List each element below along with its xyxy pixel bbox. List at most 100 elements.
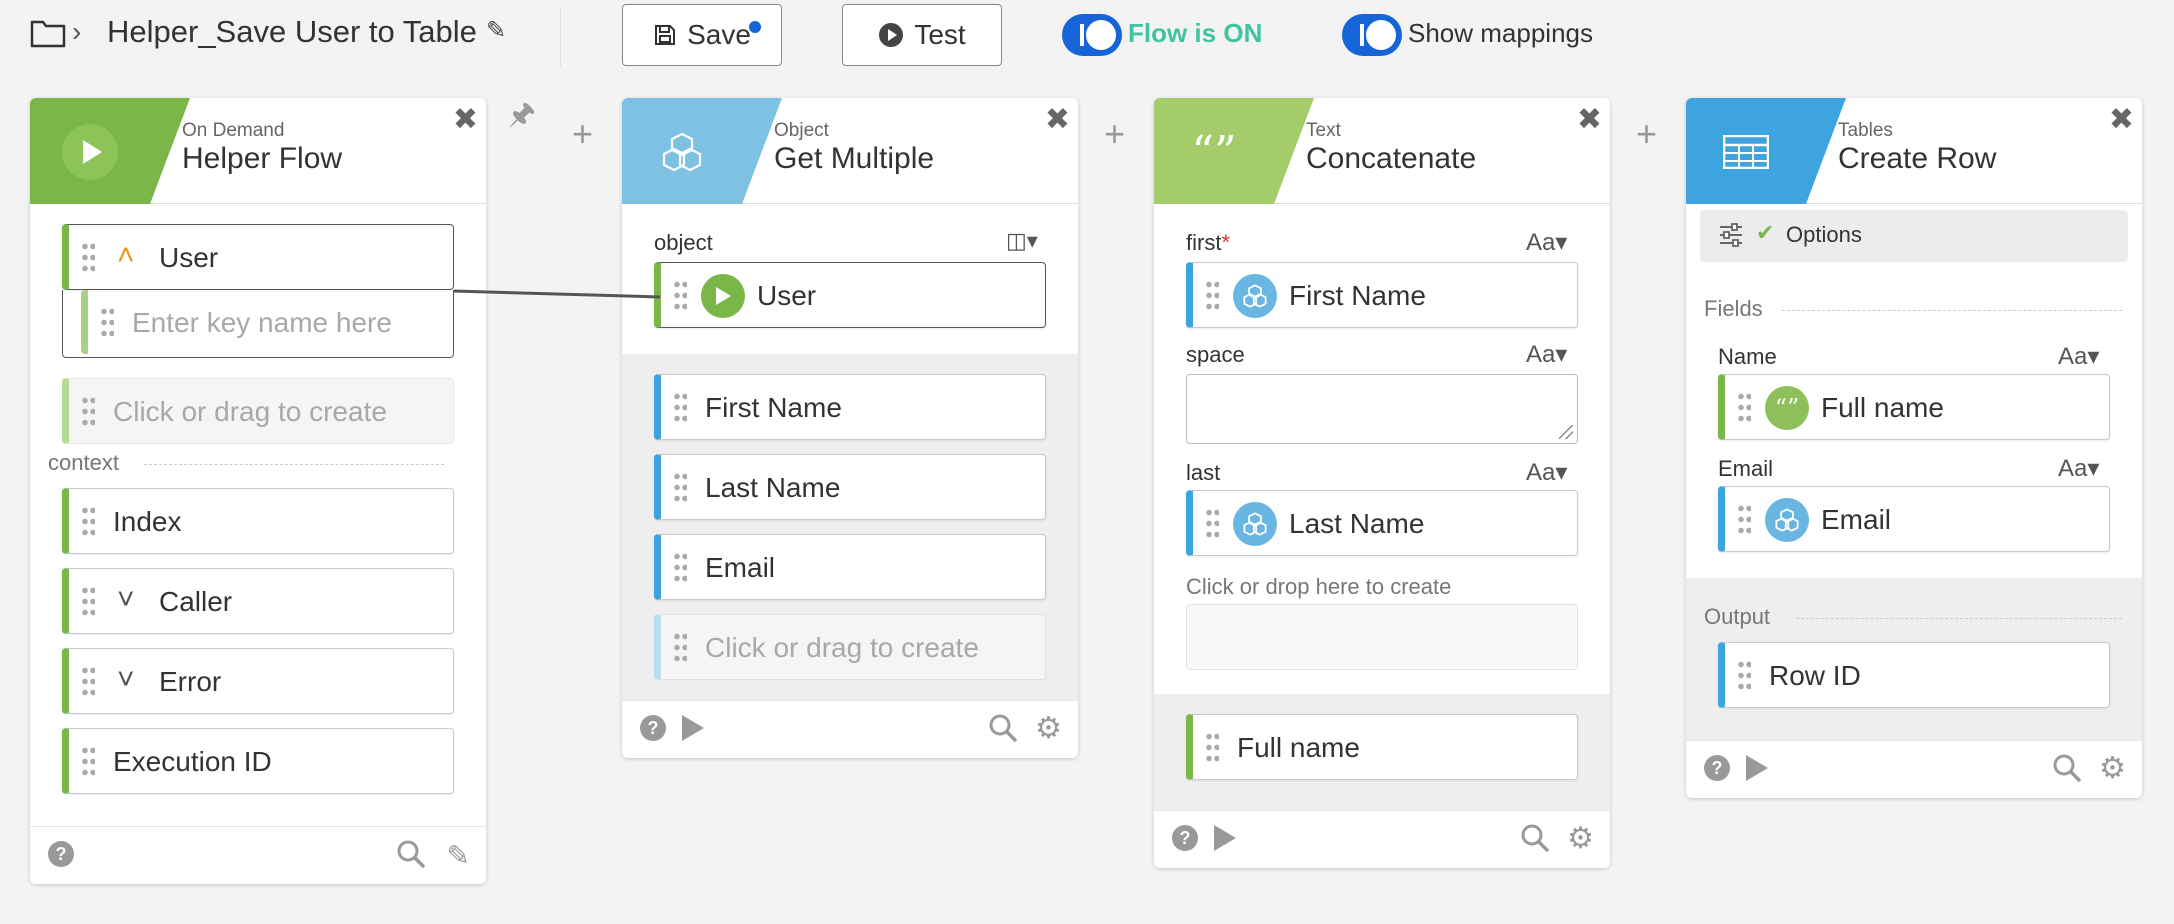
- drag-handle-icon[interactable]: [81, 395, 95, 429]
- drag-handle-icon[interactable]: [1737, 659, 1751, 693]
- email-input-field[interactable]: Email: [1718, 486, 2110, 552]
- card-category: Text: [1306, 120, 1341, 141]
- field-label: Execution ID: [113, 746, 272, 777]
- first-input-field[interactable]: First Name: [1186, 262, 1578, 328]
- drag-handle-icon[interactable]: [673, 471, 687, 505]
- create-field-placeholder[interactable]: Click or drag to create: [62, 378, 454, 444]
- help-icon[interactable]: ?: [1704, 755, 1730, 781]
- drag-handle-icon[interactable]: [81, 585, 95, 619]
- output-field-last-name[interactable]: Last Name: [654, 454, 1046, 520]
- field-label: Caller: [159, 586, 233, 617]
- help-icon[interactable]: ?: [1172, 825, 1198, 851]
- close-icon[interactable]: ✖: [453, 102, 478, 137]
- gear-icon[interactable]: ⚙: [2099, 751, 2126, 786]
- drag-handle-icon[interactable]: [81, 505, 95, 539]
- test-button[interactable]: Test: [842, 4, 1002, 66]
- field-label: Error: [159, 666, 222, 697]
- search-icon[interactable]: [396, 839, 426, 869]
- type-selector[interactable]: Aa▾: [1526, 228, 1567, 257]
- card-header: On Demand Helper Flow ✖: [30, 98, 486, 204]
- field-label: Email: [705, 552, 776, 583]
- flow-title[interactable]: Helper_Save User to Table: [107, 14, 477, 50]
- section-divider: [1796, 618, 2122, 619]
- add-step-plus-icon[interactable]: +: [1104, 116, 1125, 152]
- close-icon[interactable]: ✖: [1577, 102, 1602, 137]
- card-footer: ? ⚙: [1154, 810, 1610, 868]
- search-icon[interactable]: [988, 713, 1018, 743]
- drag-handle-icon[interactable]: [1737, 391, 1751, 425]
- search-icon[interactable]: [2052, 753, 2082, 783]
- last-input-field[interactable]: Last Name: [1186, 490, 1578, 556]
- add-step-plus-icon[interactable]: +: [572, 116, 593, 152]
- sliders-icon: [1720, 223, 1742, 247]
- object-field-user[interactable]: ˄ User: [62, 224, 454, 290]
- drag-handle-icon[interactable]: [81, 665, 95, 699]
- create-field-placeholder[interactable]: Click or drag to create: [654, 614, 1046, 680]
- help-icon[interactable]: ?: [640, 715, 666, 741]
- add-step-plus-icon[interactable]: +: [1636, 116, 1657, 152]
- card-footer: ? ⚙: [1686, 740, 2142, 798]
- save-button[interactable]: Save: [622, 4, 782, 66]
- output-field-full-name[interactable]: Full name: [1186, 714, 1578, 780]
- drag-handle-icon[interactable]: [673, 631, 687, 665]
- fields-section-label: Fields: [1704, 296, 1763, 321]
- cubes-icon: [1765, 498, 1809, 542]
- context-section-label: context: [48, 450, 119, 475]
- type-selector[interactable]: Aa▾: [2058, 342, 2099, 371]
- object-input-user[interactable]: User: [654, 262, 1046, 328]
- key-name-input[interactable]: Enter key name here: [81, 290, 451, 354]
- drop-create-zone[interactable]: [1186, 604, 1578, 670]
- user-children-group: Enter key name here: [62, 290, 454, 358]
- drag-handle-icon[interactable]: [1737, 503, 1751, 537]
- database-dropdown-icon[interactable]: ◫▾: [1006, 228, 1038, 254]
- context-field-index[interactable]: Index: [62, 488, 454, 554]
- help-icon[interactable]: ?: [48, 841, 74, 867]
- field-label: Full name: [1821, 392, 1944, 423]
- close-icon[interactable]: ✖: [2109, 102, 2134, 137]
- drag-handle-icon[interactable]: [673, 279, 687, 313]
- drag-handle-icon[interactable]: [673, 391, 687, 425]
- output-field-email[interactable]: Email: [654, 534, 1046, 600]
- gear-icon[interactable]: ⚙: [1035, 711, 1062, 746]
- output-field-first-name[interactable]: First Name: [654, 374, 1046, 440]
- context-field-execution-id[interactable]: Execution ID: [62, 728, 454, 794]
- type-selector[interactable]: Aa▾: [2058, 454, 2099, 483]
- type-selector[interactable]: Aa▾: [1526, 458, 1567, 487]
- chevron-up-icon[interactable]: ˄: [117, 239, 135, 273]
- run-step-play-icon[interactable]: [1214, 825, 1236, 851]
- resize-handle-icon[interactable]: [1559, 425, 1573, 439]
- context-field-error[interactable]: ˅ Error: [62, 648, 454, 714]
- drag-handle-icon[interactable]: [1205, 279, 1219, 313]
- options-button[interactable]: ✔ Options: [1700, 210, 2128, 262]
- card-title: Get Multiple: [774, 142, 935, 175]
- space-textarea[interactable]: [1186, 374, 1578, 444]
- drag-handle-icon[interactable]: [81, 745, 95, 779]
- folder-icon[interactable]: [30, 18, 66, 48]
- close-icon[interactable]: ✖: [1045, 102, 1070, 137]
- drag-handle-icon[interactable]: [81, 241, 95, 275]
- show-mappings-toggle[interactable]: [1342, 14, 1402, 56]
- gear-icon[interactable]: ⚙: [1567, 821, 1594, 856]
- edit-pencil-icon[interactable]: ✎: [447, 839, 470, 872]
- chevron-down-icon[interactable]: ˅: [117, 663, 135, 697]
- drag-handle-icon[interactable]: [100, 306, 114, 340]
- edit-title-pencil-icon[interactable]: ✎: [486, 16, 506, 45]
- drop-create-label: Click or drop here to create: [1186, 574, 1452, 599]
- chevron-down-icon[interactable]: ˅: [117, 583, 135, 617]
- card-object-get-multiple: Object Get Multiple ✖ object ◫▾ User Fir…: [622, 98, 1078, 758]
- drag-handle-icon[interactable]: [673, 551, 687, 585]
- name-input-field[interactable]: “” Full name: [1718, 374, 2110, 440]
- field-label: First Name: [1289, 280, 1426, 311]
- search-icon[interactable]: [1520, 823, 1550, 853]
- drag-handle-icon[interactable]: [1205, 731, 1219, 765]
- type-selector[interactable]: Aa▾: [1526, 340, 1567, 369]
- run-step-play-icon[interactable]: [682, 715, 704, 741]
- unsaved-changes-dot: [749, 21, 761, 33]
- drag-handle-icon[interactable]: [1205, 507, 1219, 541]
- flow-on-toggle[interactable]: [1062, 14, 1122, 56]
- pin-icon[interactable]: 🖈: [508, 92, 536, 143]
- context-field-caller[interactable]: ˅ Caller: [62, 568, 454, 634]
- run-step-play-icon[interactable]: [1746, 755, 1768, 781]
- quote-icon: “”: [1191, 126, 1237, 178]
- output-field-row-id[interactable]: Row ID: [1718, 642, 2110, 708]
